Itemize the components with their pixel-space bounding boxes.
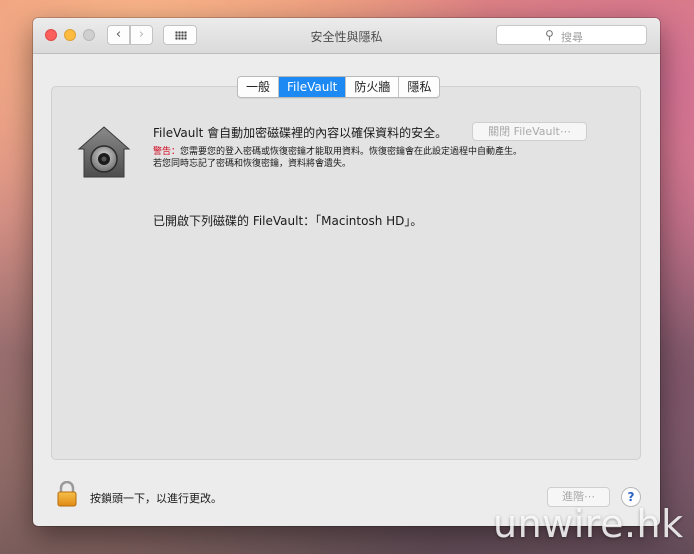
filevault-status: 已開啟下列磁碟的 FileVault：「Macintosh HD」。 bbox=[153, 214, 423, 228]
warning-line-2: 若您同時忘記了密碼和恢復密鑰，資料將會遺失。 bbox=[153, 159, 352, 169]
tab-firewall[interactable]: 防火牆 bbox=[346, 77, 400, 97]
filevault-description: FileVault 會自動加密磁碟裡的內容以確保資料的安全。 bbox=[153, 126, 448, 140]
tab-general[interactable]: 一般 bbox=[238, 77, 280, 97]
title-bar: ‹ › 安全性與隱私 ⚲ 搜尋 bbox=[33, 18, 660, 54]
tab-privacy[interactable]: 隱私 bbox=[399, 77, 440, 97]
search-icon: ⚲ bbox=[545, 28, 554, 42]
turn-off-filevault-button[interactable]: 關閉 FileVault⋯ bbox=[472, 122, 587, 141]
preferences-window: ‹ › 安全性與隱私 ⚲ 搜尋 一般 FileVault 防火牆 隱私 File… bbox=[33, 18, 660, 526]
warning-label: 警告： bbox=[153, 147, 181, 157]
warning-line-1: 您需要您的登入密碼或恢復密鑰才能取用資料。恢復密鑰會在此設定過程中自動產生。 bbox=[180, 147, 523, 157]
filevault-warning: 警告：您需要您的登入密碼或恢復密鑰才能取用資料。恢復密鑰會在此設定過程中自動產生… bbox=[153, 146, 522, 170]
tab-bar: 一般 FileVault 防火牆 隱私 bbox=[237, 76, 441, 98]
tab-filevault[interactable]: FileVault bbox=[279, 77, 347, 97]
search-field[interactable]: ⚲ 搜尋 bbox=[496, 25, 647, 45]
watermark-text: unwire.hk bbox=[493, 502, 684, 546]
filevault-panel: FileVault 會自動加密磁碟裡的內容以確保資料的安全。 關閉 FileVa… bbox=[51, 86, 641, 460]
lock-icon[interactable] bbox=[57, 481, 77, 507]
search-placeholder: 搜尋 bbox=[561, 31, 583, 44]
lock-instruction: 按鎖頭一下，以進行更改。 bbox=[90, 492, 222, 505]
filevault-house-icon bbox=[77, 126, 131, 178]
